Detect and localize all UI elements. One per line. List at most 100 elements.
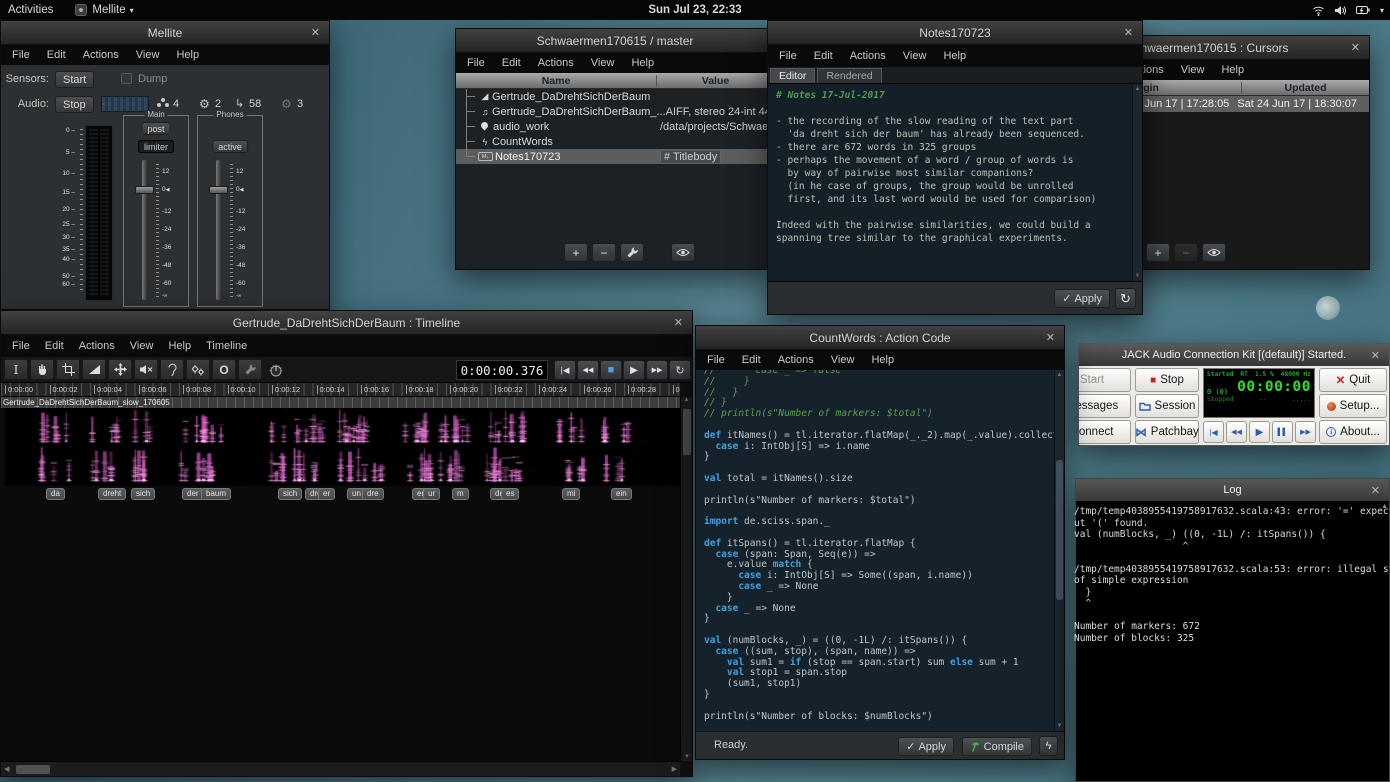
code-text[interactable]: // case _ => false // } // } // } // pri… [704, 370, 1058, 722]
menu-view[interactable]: View [130, 340, 154, 352]
word-region-mi[interactable]: mi [562, 488, 580, 500]
wrench-tool[interactable] [238, 359, 262, 380]
scroll-up-icon[interactable]: ▲ [1135, 86, 1141, 92]
close-icon[interactable]: ✕ [1124, 26, 1133, 39]
quit-button[interactable]: ✕Quit [1319, 368, 1387, 392]
add-button[interactable]: + [564, 243, 588, 262]
menu-help[interactable]: Help [943, 50, 966, 62]
track-region-label[interactable]: Gertrude_DaDrehtSichDerBaum_slow_170605 [1, 397, 680, 408]
close-icon[interactable]: ✕ [1351, 41, 1360, 54]
notes-scrollbar[interactable]: ▲ ▼ [1132, 84, 1142, 281]
vertical-scrollbar[interactable]: ▲ ▼ [680, 397, 692, 761]
titlebar[interactable]: JACK Audio Connection Kit [(default)] St… [1079, 344, 1389, 366]
titlebar[interactable]: Notes170723 ✕ [768, 21, 1142, 45]
menu-edit[interactable]: Edit [742, 354, 761, 366]
connect-button[interactable]: Connect [1078, 420, 1131, 444]
active-button[interactable]: active [212, 140, 248, 153]
menu-actions[interactable]: Actions [79, 340, 115, 352]
word-region-sich[interactable]: sich [278, 488, 302, 500]
word-region-ein[interactable]: ein [611, 488, 632, 500]
column-header-name[interactable]: Name [456, 75, 656, 87]
clock[interactable]: Sun Jul 23, 22:33 [0, 4, 1390, 16]
menu-file[interactable]: File [12, 340, 30, 352]
titlebar[interactable]: Log ✕ [1076, 479, 1389, 501]
about-button[interactable]: iAbout... [1319, 420, 1387, 444]
audio-stop-button[interactable]: Stop [55, 96, 94, 113]
code-scrollbar[interactable]: ▲ ▼ [1054, 370, 1064, 731]
word-region-es[interactable]: es [501, 488, 519, 500]
dump-checkbox[interactable] [121, 73, 132, 84]
close-icon[interactable]: ✕ [1046, 331, 1055, 344]
remove-button[interactable]: − [1174, 243, 1198, 262]
scroll-right-icon[interactable]: ▶ [672, 765, 677, 773]
scroll-up-icon[interactable]: ▲ [1057, 372, 1063, 378]
scrollbar-thumb[interactable] [1056, 460, 1063, 600]
menu-file[interactable]: File [779, 50, 797, 62]
transport-start-button[interactable]: |◀ [1203, 421, 1224, 443]
menu-help[interactable]: Help [176, 49, 199, 61]
apply-button[interactable]: ✓Apply [1054, 289, 1110, 308]
go-to-start-button[interactable]: |◀ [554, 360, 576, 380]
menu-view[interactable]: View [591, 57, 615, 69]
mute-tool[interactable] [134, 359, 158, 380]
compile-button[interactable]: Compile [962, 737, 1032, 756]
menu-timeline[interactable]: Timeline [206, 340, 247, 352]
volume-icon[interactable] [1334, 5, 1347, 16]
menu-edit[interactable]: Edit [47, 49, 66, 61]
horizontal-scrollbar[interactable]: ◀ ▶ [1, 761, 680, 776]
apply-button[interactable]: ✓Apply [898, 737, 954, 756]
scroll-down-icon[interactable]: ▼ [1057, 723, 1063, 729]
bolt-button[interactable]: ϟ [1039, 736, 1058, 756]
loop-button[interactable]: ↻ [669, 360, 691, 380]
add-button[interactable]: + [1146, 243, 1170, 262]
menu-view[interactable]: View [831, 354, 855, 366]
fader-handle[interactable] [135, 186, 154, 194]
word-region-baum[interactable]: baum [201, 488, 231, 500]
time-ruler[interactable]: 0:00:000:00:020:00:040:00:060:00:080:00:… [1, 383, 680, 397]
word-region-ur[interactable]: ur [423, 488, 440, 500]
scroll-up-icon[interactable]: ▲ [684, 397, 690, 403]
menu-help[interactable]: Help [871, 354, 894, 366]
word-region-da[interactable]: da [46, 488, 65, 500]
menu-edit[interactable]: Edit [502, 57, 521, 69]
menu-actions[interactable]: Actions [778, 354, 814, 366]
scrollbar-thumb[interactable] [683, 409, 691, 455]
view-eye-button[interactable] [1202, 243, 1226, 262]
tab-editor[interactable]: Editor [770, 68, 815, 83]
limiter-button[interactable]: limiter [138, 140, 174, 153]
menu-actions[interactable]: Actions [850, 50, 886, 62]
transport-rewind-button[interactable]: ◀◀ [1226, 421, 1247, 443]
patch-tool[interactable] [108, 359, 132, 380]
word-region-m[interactable]: m [452, 488, 469, 500]
gain-tool[interactable] [186, 359, 210, 380]
object-row[interactable]: audio_work/data/projects/Schwaer... [456, 119, 774, 134]
menu-view[interactable]: View [1181, 64, 1205, 76]
wrench-button[interactable] [620, 243, 644, 262]
solo-tool[interactable]: O [212, 359, 236, 380]
object-row[interactable]: ♫Gertrude_DaDrehtSichDerBaum_...AIFF, st… [456, 104, 774, 119]
code-editor[interactable]: // case _ => false // } // } // } // pri… [696, 370, 1064, 731]
transport-play-button[interactable]: ▶ [1249, 421, 1270, 443]
knob-control[interactable] [264, 359, 288, 380]
view-eye-button[interactable] [671, 243, 695, 262]
close-icon[interactable]: ✕ [1371, 484, 1380, 497]
cursor-tool[interactable]: I [4, 359, 28, 380]
play-button[interactable]: ▶ [623, 360, 645, 380]
scroll-down-icon[interactable]: ▼ [1135, 273, 1141, 279]
battery-icon[interactable] [1356, 5, 1371, 15]
column-header-updated[interactable]: Updated [1241, 82, 1369, 94]
word-region-dre[interactable]: dre [362, 488, 384, 500]
sonogram[interactable] [5, 408, 680, 486]
menu-edit[interactable]: Edit [814, 50, 833, 62]
session-button[interactable]: Session [1135, 394, 1199, 418]
object-row[interactable]: ◢Gertrude_DaDrehtSichDerBaum [456, 89, 774, 104]
trim-tool[interactable] [56, 359, 80, 380]
scrollbar-thumb[interactable] [16, 765, 50, 774]
wifi-icon[interactable] [1312, 5, 1325, 16]
tab-rendered[interactable]: Rendered [817, 68, 881, 83]
menu-file[interactable]: File [467, 57, 485, 69]
fast-forward-button[interactable]: ▶▶ [646, 360, 668, 380]
transport-pause-button[interactable]: ▌▌ [1272, 421, 1293, 443]
titlebar[interactable]: Mellite ✕ [1, 21, 329, 45]
menu-help[interactable]: Help [631, 57, 654, 69]
